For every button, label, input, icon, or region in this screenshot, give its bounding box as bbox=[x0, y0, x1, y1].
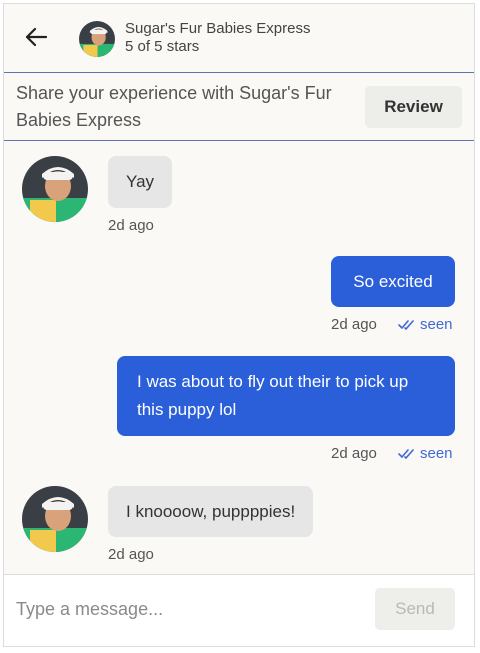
arrow-left-icon bbox=[25, 27, 47, 47]
business-name: Sugar's Fur Babies Express bbox=[125, 20, 311, 37]
message-bubble-incoming: I knoooow, puppppies! bbox=[108, 486, 314, 537]
message-composer: Send bbox=[4, 574, 474, 646]
seen-label: seen bbox=[420, 316, 453, 333]
message-time: 2d ago bbox=[108, 546, 154, 563]
seen-status: seen bbox=[398, 316, 453, 333]
chat-header: Sugar's Fur Babies Express 5 of 5 stars bbox=[4, 4, 474, 72]
seen-label: seen bbox=[420, 445, 453, 462]
message-time: 2d ago bbox=[331, 445, 377, 462]
avatar[interactable] bbox=[22, 156, 88, 222]
review-button[interactable]: Review bbox=[365, 86, 462, 128]
message-input[interactable] bbox=[16, 589, 361, 629]
review-banner: Share your experience with Sugar's Fur B… bbox=[4, 72, 474, 141]
message-bubble-outgoing: I was about to fly out their to pick up … bbox=[117, 356, 455, 436]
avatar[interactable] bbox=[79, 21, 115, 57]
message-bubble-incoming: Yay bbox=[108, 156, 173, 208]
message-bubble-outgoing: So excited bbox=[331, 256, 455, 307]
review-prompt: Share your experience with Sugar's Fur B… bbox=[16, 83, 332, 130]
double-check-icon bbox=[398, 448, 414, 459]
double-check-icon bbox=[398, 319, 414, 330]
message-time: 2d ago bbox=[108, 217, 154, 234]
chat-window: Sugar's Fur Babies Express 5 of 5 stars … bbox=[3, 3, 475, 647]
seen-status: seen bbox=[398, 445, 453, 462]
send-button[interactable]: Send bbox=[375, 588, 455, 630]
rating-text: 5 of 5 stars bbox=[125, 38, 200, 55]
message-time: 2d ago bbox=[331, 316, 377, 333]
avatar[interactable] bbox=[22, 486, 88, 552]
back-button[interactable] bbox=[22, 23, 50, 51]
